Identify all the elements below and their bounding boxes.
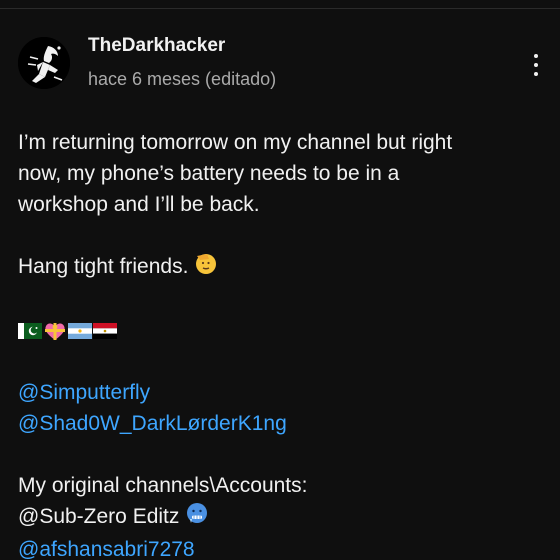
post-text-line: Hang tight friends. bbox=[18, 251, 543, 284]
post-body: I’m returning tomorrow on my channel but… bbox=[18, 127, 543, 560]
more-options-button[interactable] bbox=[522, 49, 550, 81]
post-text-line: My original channels\Accounts: bbox=[18, 474, 308, 497]
mention-link[interactable]: @Shad0W_DarkLørderK1ng bbox=[18, 408, 543, 439]
mention-link[interactable]: @afshansabri7278 bbox=[18, 534, 543, 560]
post-timestamp[interactable]: hace 6 meses (editado) bbox=[88, 69, 276, 90]
flag-emoji-row bbox=[18, 315, 543, 346]
post-text-line: workshop and I’ll be back. bbox=[18, 193, 260, 216]
post-text-line: now, my phone’s battery needs to be in a bbox=[18, 162, 400, 185]
post-text-line-content: Hang tight friends. bbox=[18, 255, 189, 279]
community-post: TheDarkhacker hace 6 meses (editado) I’m… bbox=[0, 9, 560, 560]
post-text-line: @Sub-Zero Editz bbox=[18, 501, 543, 534]
avatar[interactable] bbox=[18, 37, 70, 89]
hacker-logo-icon bbox=[18, 37, 70, 89]
mention-link[interactable]: @Simputterfly bbox=[18, 377, 543, 408]
more-options-icon-dot bbox=[534, 72, 538, 76]
post-text-line-content[interactable]: @Sub-Zero Editz bbox=[18, 505, 179, 528]
post-text-line: I’m returning tomorrow on my channel but… bbox=[18, 131, 453, 154]
channel-name[interactable]: TheDarkhacker bbox=[88, 35, 225, 57]
top-divider bbox=[0, 0, 560, 9]
more-options-icon bbox=[534, 54, 538, 58]
egypt-flag-emoji bbox=[93, 322, 117, 339]
more-options-icon-dot bbox=[534, 63, 538, 67]
argentina-flag-emoji bbox=[68, 322, 92, 339]
pakistan-flag-emoji bbox=[18, 322, 42, 339]
cold-face-emoji bbox=[185, 501, 209, 534]
saluting-face-emoji bbox=[194, 251, 218, 284]
heart-with-ribbon-emoji bbox=[45, 322, 65, 340]
